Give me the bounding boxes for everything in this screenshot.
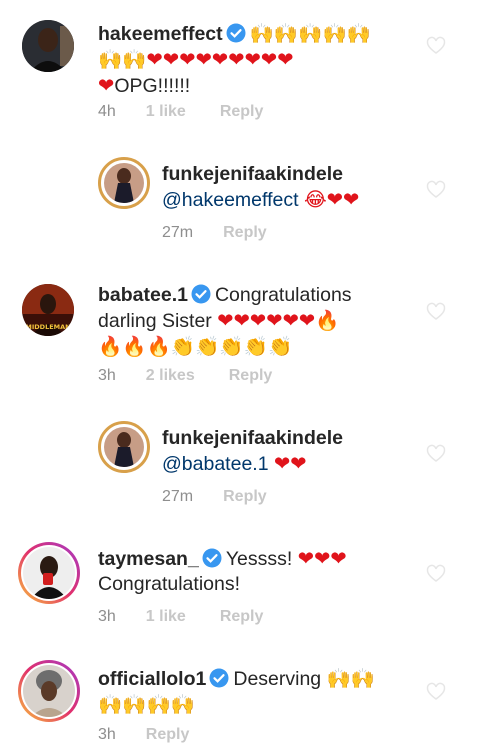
comment-meta: 3h 1 like Reply — [98, 608, 297, 626]
comment-text: babatee.1 Congratulations darling Sister … — [98, 283, 428, 360]
comment-body: darling Sister — [98, 310, 212, 332]
heart-outline-icon[interactable] — [426, 180, 446, 200]
reply-funkejenifaakindele: funkejenifaakindele @babatee.1 ❤❤ 27m Rep… — [0, 404, 480, 524]
timestamp: 3h — [98, 726, 116, 743]
comment-body: OPG!!!!!! — [114, 75, 191, 97]
emoji-text: 🙌🙌🙌🙌 — [98, 693, 196, 716]
comment-text: funkejenifaakindele @babatee.1 ❤❤ — [162, 426, 452, 477]
reply-button[interactable]: Reply — [146, 726, 190, 744]
verified-badge-icon — [226, 23, 246, 43]
avatar[interactable] — [18, 542, 80, 604]
timestamp: 27m — [162, 488, 194, 505]
avatar[interactable] — [98, 421, 150, 473]
reply-button[interactable]: Reply — [220, 608, 264, 626]
mention-link[interactable]: @hakeemeffect — [162, 189, 299, 211]
comment-body: Congratulations! — [98, 573, 241, 595]
comment-text: officiallolo1 Deserving 🙌🙌 🙌🙌🙌🙌 — [98, 666, 428, 718]
avatar[interactable]: MIDDLEMAN — [22, 284, 74, 336]
mention-link[interactable]: @babatee.1 — [162, 453, 269, 475]
username[interactable]: funkejenifaakindele — [162, 427, 343, 449]
verified-badge-icon — [209, 668, 229, 688]
comment-body: Congratulations — [214, 284, 352, 306]
comment-text: hakeemeffect 🙌🙌🙌🙌🙌 🙌🙌❤❤❤❤❤❤❤❤❤ ❤OPG!!!!!! — [98, 21, 398, 99]
reply-button[interactable]: Reply — [220, 103, 264, 121]
emoji-text: 🙌🙌❤❤❤❤❤❤❤❤❤ — [98, 48, 294, 71]
comment-body: Deserving — [233, 668, 322, 690]
reply-funkejenifaakindele: funkejenifaakindele @hakeemeffect 😂❤❤ 27… — [0, 140, 480, 260]
comment-officiallolo1: officiallolo1 Deserving 🙌🙌 🙌🙌🙌🙌 3h Reply — [0, 644, 480, 744]
heart-outline-icon[interactable] — [426, 564, 446, 584]
heart-outline-icon[interactable] — [426, 36, 446, 56]
username[interactable]: babatee.1 — [98, 284, 188, 306]
likes-count[interactable]: 1 like — [146, 103, 186, 121]
heart-outline-icon[interactable] — [426, 444, 446, 464]
emoji-text: 🙌🙌 — [326, 667, 376, 690]
comment-meta: 27m Reply — [162, 224, 301, 242]
heart-emoji: ❤ — [98, 74, 115, 97]
emoji-text: 🔥🔥🔥👏👏👏👏👏 — [98, 335, 293, 358]
timestamp: 3h — [98, 367, 116, 384]
reply-button[interactable]: Reply — [223, 224, 267, 242]
reply-button[interactable]: Reply — [223, 488, 267, 506]
comment-text: taymesan_ Yessss! ❤❤❤ Congratulations! — [98, 546, 428, 597]
avatar[interactable] — [18, 660, 80, 722]
emoji-text: ❤❤❤❤❤❤🔥 — [217, 309, 340, 332]
timestamp: 4h — [98, 103, 116, 120]
comment-taymesan: taymesan_ Yessss! ❤❤❤ Congratulations! 3h… — [0, 524, 480, 644]
emoji-text: ❤❤❤ — [297, 547, 347, 570]
comment-meta: 27m Reply — [162, 488, 301, 506]
username[interactable]: taymesan_ — [98, 548, 199, 570]
comment-text: funkejenifaakindele @hakeemeffect 😂❤❤ — [162, 162, 452, 213]
heart-outline-icon[interactable] — [426, 682, 446, 702]
comment-meta: 3h Reply — [98, 726, 223, 744]
comment-babatee: MIDDLEMAN babatee.1 Congratulations darli… — [0, 260, 480, 400]
avatar[interactable] — [98, 157, 150, 209]
comment-meta: 4h 1 like Reply — [98, 103, 297, 121]
likes-count[interactable]: 1 like — [146, 608, 186, 626]
username[interactable]: hakeemeffect — [98, 23, 223, 45]
likes-count[interactable]: 2 likes — [146, 367, 195, 385]
timestamp: 3h — [98, 608, 116, 625]
avatar-caption: MIDDLEMAN — [25, 323, 70, 331]
reply-button[interactable]: Reply — [229, 367, 273, 385]
comment-meta: 3h 2 likes Reply — [98, 367, 306, 385]
username[interactable]: officiallolo1 — [98, 668, 206, 690]
verified-badge-icon — [202, 548, 222, 568]
comment-body: Yessss! — [225, 548, 293, 570]
emoji-text: 🙌🙌🙌🙌🙌 — [249, 22, 372, 45]
username[interactable]: funkejenifaakindele — [162, 163, 343, 185]
emoji-text: 😂❤❤ — [303, 188, 360, 211]
avatar[interactable] — [22, 20, 74, 72]
comment-hakeemeffect: hakeemeffect 🙌🙌🙌🙌🙌 🙌🙌❤❤❤❤❤❤❤❤❤ ❤OPG!!!!!!… — [0, 0, 480, 140]
emoji-text: ❤❤ — [273, 452, 307, 475]
heart-outline-icon[interactable] — [426, 302, 446, 322]
verified-badge-icon — [191, 284, 211, 304]
timestamp: 27m — [162, 224, 194, 241]
